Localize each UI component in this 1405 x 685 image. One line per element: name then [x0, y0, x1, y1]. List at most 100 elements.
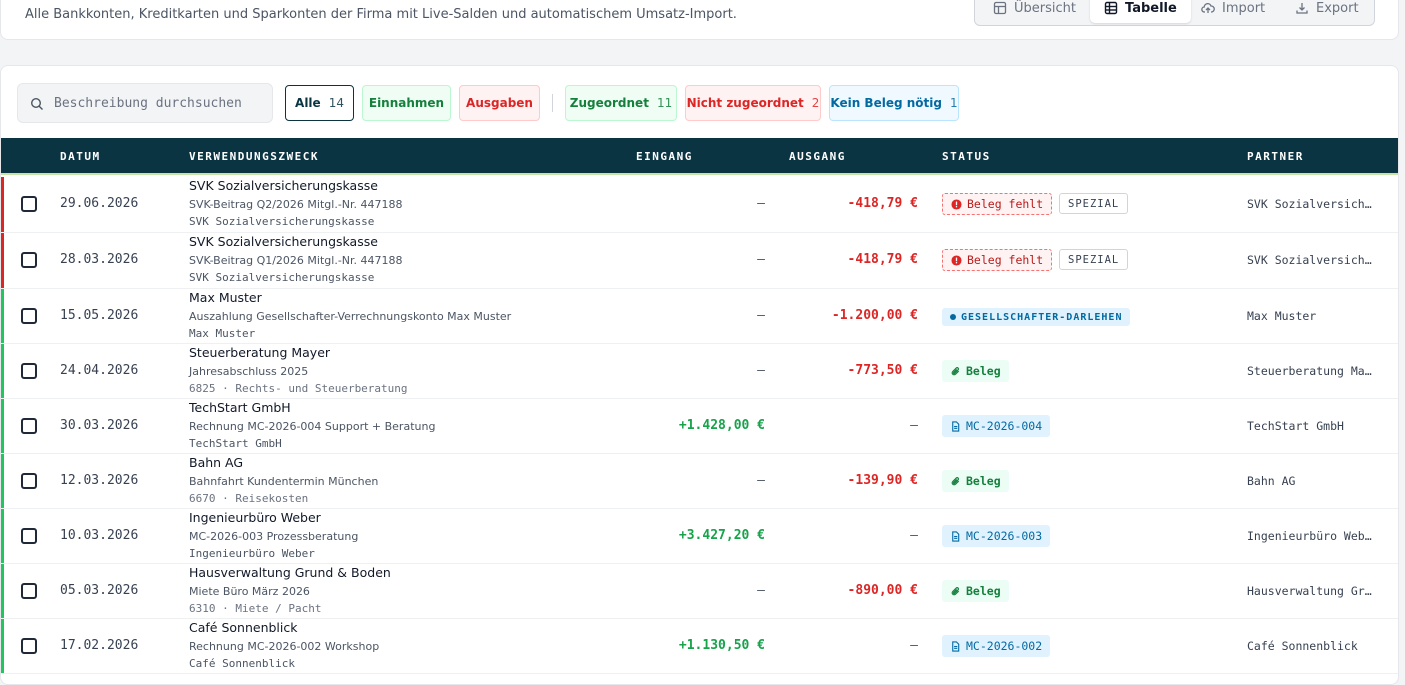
- row-description: Rechnung MC-2026-004 Support + Beratung: [189, 420, 436, 433]
- status-badge-invoice[interactable]: MC-2026-004: [942, 415, 1051, 437]
- row-checkbox[interactable]: [21, 196, 37, 212]
- column-header-ausgang[interactable]: AUSGANG: [789, 150, 846, 163]
- row-checkbox[interactable]: [21, 363, 37, 379]
- row-description: Rechnung MC-2026-002 Workshop: [189, 640, 380, 653]
- status-badge-beleg[interactable]: Beleg: [942, 470, 1009, 492]
- filter-chip-alle[interactable]: Alle 14: [285, 85, 354, 121]
- page-subtitle: Alle Bankkonten, Kreditkarten und Sparko…: [25, 7, 737, 22]
- search-input[interactable]: [54, 84, 258, 122]
- row-title: Max Muster: [189, 290, 262, 305]
- table-row[interactable]: 29.06.2026 SVK Sozialversicherungskasse …: [1, 177, 1398, 233]
- row-checkbox[interactable]: [21, 308, 37, 324]
- tab-tabelle[interactable]: Tabelle: [1090, 0, 1191, 23]
- row-date: 05.03.2026: [60, 583, 139, 598]
- tab-uebersicht[interactable]: Übersicht: [993, 0, 1076, 23]
- status-label: MC-2026-004: [966, 419, 1043, 433]
- chip-count: 14: [328, 96, 344, 110]
- chip-label: Alle: [295, 96, 321, 110]
- row-checkbox[interactable]: [21, 638, 37, 654]
- status-badge-beleg[interactable]: Beleg: [942, 580, 1009, 602]
- chip-count: 1: [949, 96, 958, 110]
- row-status-bar: [1, 289, 4, 343]
- filter-chip-ausgaben[interactable]: Ausgaben: [459, 85, 540, 121]
- document-icon: [952, 420, 960, 432]
- row-status-bar: [1, 509, 4, 563]
- paperclip-icon: [951, 586, 960, 595]
- table-row[interactable]: 28.03.2026 SVK Sozialversicherungskasse …: [1, 233, 1398, 289]
- table-row[interactable]: 05.03.2026 Hausverwaltung Grund & Boden …: [1, 564, 1398, 619]
- row-partner: Ingenieurbüro Weber: [1247, 529, 1377, 543]
- row-title: Ingenieurbüro Weber: [189, 510, 321, 525]
- row-checkbox[interactable]: [21, 473, 37, 489]
- table-row[interactable]: 24.04.2026 Steuerberatung Mayer Jahresab…: [1, 344, 1398, 399]
- alert-icon: [951, 254, 962, 266]
- tab-tabelle-label: Tabelle: [1125, 0, 1177, 16]
- status-badge-beleg-fehlt[interactable]: Beleg fehlt: [942, 193, 1053, 215]
- status-badge-beleg[interactable]: Beleg: [942, 360, 1009, 382]
- table-row[interactable]: 30.03.2026 TechStart GmbH Rechnung MC-20…: [1, 399, 1398, 454]
- row-description: Auszahlung Gesellschafter-Verrechnungsko…: [189, 310, 512, 323]
- document-icon: [952, 530, 960, 542]
- row-date: 28.03.2026: [60, 252, 139, 267]
- row-meta: Max Muster: [189, 327, 256, 340]
- cloud-upload-icon: [1201, 3, 1215, 13]
- view-switcher: Übersicht Tabelle Import Export: [974, 0, 1375, 26]
- filter-chip-einnahmen[interactable]: Einnahmen: [362, 85, 451, 121]
- row-title: SVK Sozialversicherungskasse: [189, 178, 378, 193]
- row-checkbox[interactable]: [21, 583, 37, 599]
- status-label: Beleg fehlt: [967, 253, 1044, 267]
- status-badge-gesellschafter-darlehen[interactable]: GESELLSCHAFTER-DARLEHEN: [942, 308, 1131, 326]
- status-badge-beleg-fehlt[interactable]: Beleg fehlt: [942, 249, 1053, 271]
- row-title: Café Sonnenblick: [189, 620, 298, 635]
- column-header-status[interactable]: STATUS: [942, 150, 991, 163]
- chip-count: 11: [656, 96, 673, 110]
- row-ausgang: -1.200,00 €: [831, 308, 918, 323]
- tab-import[interactable]: Import: [1201, 0, 1265, 23]
- row-partner: TechStart GmbH: [1247, 419, 1344, 433]
- row-meta: Ingenieurbüro Weber: [189, 547, 315, 560]
- transactions-card: Alle 14 Einnahmen Ausgaben Zugeordnet 11…: [0, 65, 1399, 685]
- filter-chip-zugeordnet[interactable]: Zugeordnet 11: [565, 85, 677, 121]
- table-row[interactable]: 17.02.2026 Café Sonnenblick Rechnung MC-…: [1, 619, 1398, 674]
- row-checkbox[interactable]: [21, 418, 37, 434]
- search-box: [17, 83, 273, 123]
- column-header-eingang[interactable]: EINGANG: [636, 150, 693, 163]
- status-badge-invoice[interactable]: MC-2026-003: [942, 525, 1051, 547]
- table-icon: [1104, 1, 1118, 15]
- row-category: 6825 · Rechts- und Steuerberatung: [189, 382, 408, 395]
- table-row[interactable]: 15.05.2026 Max Muster Auszahlung Gesells…: [1, 289, 1398, 344]
- chip-count: 2: [811, 96, 820, 110]
- document-icon: [952, 640, 960, 652]
- row-partner: Bahn AG: [1247, 474, 1296, 488]
- chip-label: Kein Beleg nötig: [830, 96, 942, 110]
- tab-export[interactable]: Export: [1295, 0, 1359, 23]
- row-description: SVK-Beitrag Q2/2026 Mitgl.-Nr. 447188: [189, 198, 403, 211]
- status-badge-invoice[interactable]: MC-2026-002: [942, 635, 1051, 657]
- row-partner: SVK Sozialversicherungskasse: [1247, 253, 1377, 267]
- column-header-datum[interactable]: DATUM: [60, 150, 101, 163]
- chip-label: Einnahmen: [368, 96, 445, 110]
- row-title: TechStart GmbH: [189, 400, 291, 415]
- table-row[interactable]: 12.03.2026 Bahn AG Bahnfahrt Kundentermi…: [1, 454, 1398, 509]
- row-meta: SVK Sozialversicherungskasse: [189, 271, 375, 284]
- column-header-partner[interactable]: PARTNER: [1247, 150, 1304, 163]
- row-date: 24.04.2026: [60, 363, 139, 378]
- bullet-icon: [950, 314, 956, 320]
- row-description: Miete Büro März 2026: [189, 585, 310, 598]
- row-ausgang: -890,00 €: [847, 583, 918, 598]
- column-header-verwendungszweck[interactable]: VERWENDUNGSZWECK: [189, 150, 319, 163]
- row-title: Hausverwaltung Grund & Boden: [189, 565, 391, 580]
- row-ausgang: -418,79 €: [847, 252, 918, 267]
- table-row[interactable]: 10.03.2026 Ingenieurbüro Weber MC-2026-0…: [1, 509, 1398, 564]
- status-label: Beleg: [966, 364, 1001, 378]
- search-icon: [30, 97, 43, 110]
- row-ausgang: -773,50 €: [847, 363, 918, 378]
- row-meta: Café Sonnenblick: [189, 657, 295, 670]
- filter-chip-nicht-zugeordnet[interactable]: Nicht zugeordnet 2: [685, 85, 821, 121]
- row-checkbox[interactable]: [21, 252, 37, 268]
- row-ausgang: -139,90 €: [847, 473, 918, 488]
- row-checkbox[interactable]: [21, 528, 37, 544]
- row-title: Bahn AG: [189, 455, 244, 470]
- row-partner: Steuerberatung Mayer: [1247, 364, 1377, 378]
- filter-chip-kein-beleg[interactable]: Kein Beleg nötig 1: [829, 85, 959, 121]
